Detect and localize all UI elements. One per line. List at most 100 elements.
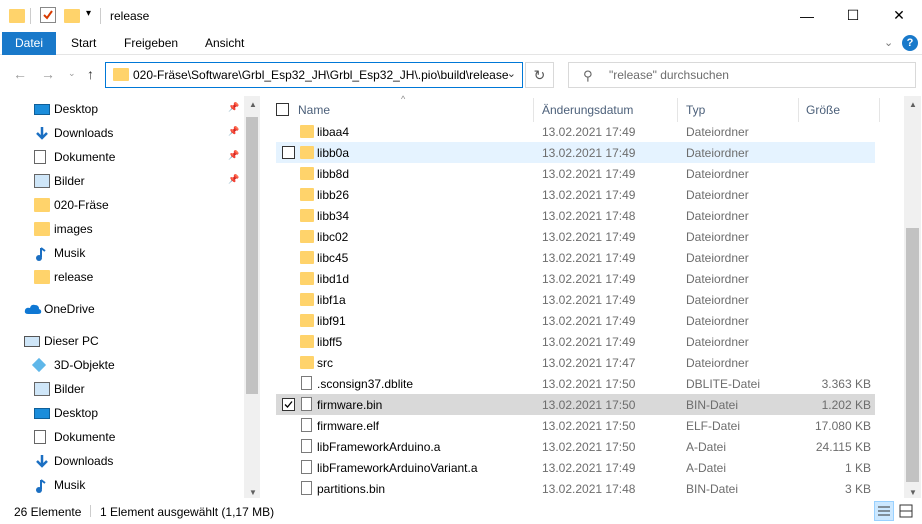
table-row[interactable]: libFrameworkArduinoVariant.a 13.02.2021 1… <box>276 457 875 478</box>
sidebar-item-release[interactable]: release <box>0 266 244 288</box>
help-button[interactable]: ? <box>902 35 918 51</box>
table-row[interactable]: libc02 13.02.2021 17:49 Dateiordner <box>276 226 875 247</box>
cell-date: 13.02.2021 17:49 <box>542 230 636 244</box>
sidebar-item-label: Dokumente <box>54 430 116 444</box>
scroll-up-icon[interactable]: ▲ <box>249 100 257 109</box>
scroll-down-icon[interactable]: ▼ <box>249 488 257 497</box>
address-bar[interactable]: 020-Fräse\Software\Grbl_Esp32_JH\Grbl_Es… <box>105 62 523 88</box>
scroll-up-icon[interactable]: ▲ <box>909 100 917 109</box>
chevron-down-icon[interactable]: ⌄ <box>507 67 516 80</box>
recent-locations-icon[interactable]: ⌄ <box>68 68 76 79</box>
table-row[interactable]: libFrameworkArduino.a 13.02.2021 17:50 A-D… <box>276 436 875 457</box>
search-input[interactable]: ⚲ "release" durchsuchen <box>568 62 916 88</box>
selection-info: 1 Element ausgewählt (1,17 MB) <box>100 505 275 519</box>
large-icons-view-button[interactable] <box>896 501 916 521</box>
tab-datei[interactable]: Datei <box>2 32 57 55</box>
sidebar-item-dokumente[interactable]: Dokumente <box>0 426 244 448</box>
cell-type: DBLITE-Datei <box>686 377 761 391</box>
cell-date: 13.02.2021 17:49 <box>542 461 636 475</box>
minimize-button[interactable]: — <box>784 0 830 31</box>
table-row[interactable]: partitions.bin 13.02.2021 17:48 BIN-Datei 3… <box>276 478 875 499</box>
sidebar-item-downloads[interactable]: Downloads <box>0 450 244 472</box>
column-size[interactable]: Größe <box>806 103 840 117</box>
title-bar: ▾ release — ☐ ✕ <box>0 0 922 32</box>
cell-type: Dateiordner <box>686 146 749 160</box>
item-count: 26 Elemente <box>14 505 82 519</box>
sidebar-item-bilder[interactable]: Bilder <box>0 378 244 400</box>
cell-name: libd1d <box>317 272 350 286</box>
sidebar-item-dokumente[interactable]: Dokumente 📌 <box>0 146 244 168</box>
column-divider[interactable] <box>879 98 880 122</box>
table-row[interactable]: libb8d 13.02.2021 17:49 Dateiordner <box>276 163 875 184</box>
sidebar-item-bilder[interactable]: Bilder 📌 <box>0 170 244 192</box>
table-row[interactable]: firmware.elf 13.02.2021 17:50 ELF-Datei 17.… <box>276 415 875 436</box>
table-row[interactable]: .sconsign37.dblite 13.02.2021 17:50 DBLITE… <box>276 373 875 394</box>
up-arrow-icon[interactable]: ↑ <box>87 66 94 82</box>
pin-icon[interactable]: 📌 <box>228 126 239 137</box>
customize-quick-access-icon[interactable]: ▾ <box>86 8 91 19</box>
table-row[interactable]: libaa4 13.02.2021 17:49 Dateiordner <box>276 121 875 142</box>
folder-icon <box>34 270 50 284</box>
sidebar-item-images[interactable]: images <box>0 218 244 240</box>
forward-arrow-icon[interactable]: → <box>41 66 55 82</box>
desktop-icon <box>34 104 50 115</box>
column-name[interactable]: Name <box>298 103 330 117</box>
cell-type: BIN-Datei <box>686 398 739 412</box>
sidebar-item-onedrive[interactable]: OneDrive <box>0 298 244 320</box>
column-divider[interactable] <box>677 98 678 122</box>
column-divider[interactable] <box>533 98 534 122</box>
cell-name: libff5 <box>317 335 343 349</box>
row-checkbox[interactable] <box>282 398 295 411</box>
refresh-icon[interactable]: ↻ <box>525 62 554 88</box>
table-row[interactable]: src 13.02.2021 17:47 Dateiordner <box>276 352 875 373</box>
pin-icon[interactable]: 📌 <box>228 150 239 161</box>
tab-start[interactable]: Start <box>57 32 110 55</box>
table-row[interactable]: libff5 13.02.2021 17:49 Dateiordner <box>276 331 875 352</box>
table-row[interactable]: firmware.bin 13.02.2021 17:50 BIN-Datei 1.2… <box>276 394 875 415</box>
sidebar-item-downloads[interactable]: Downloads 📌 <box>0 122 244 144</box>
folder-icon <box>300 335 314 348</box>
nav-scrollbar-thumb[interactable] <box>246 117 258 394</box>
sidebar-item-dieser-pc[interactable]: Dieser PC <box>0 330 244 352</box>
tab-ansicht[interactable]: Ansicht <box>191 32 258 55</box>
cell-type: BIN-Datei <box>686 482 739 496</box>
address-path[interactable]: 020-Fräse\Software\Grbl_Esp32_JH\Grbl_Es… <box>133 68 509 82</box>
scroll-down-icon[interactable]: ▼ <box>909 488 917 497</box>
folder-icon <box>300 167 314 180</box>
sidebar-item-musik[interactable]: Musik <box>0 474 244 496</box>
table-row[interactable]: libf91 13.02.2021 17:49 Dateiordner <box>276 310 875 331</box>
cell-date: 13.02.2021 17:48 <box>542 209 636 223</box>
window-title: release <box>110 9 150 23</box>
sidebar-item-desktop[interactable]: Desktop <box>0 402 244 424</box>
new-folder-icon[interactable] <box>64 9 80 23</box>
maximize-button[interactable]: ☐ <box>830 0 876 31</box>
tab-freigeben[interactable]: Freigeben <box>110 32 192 55</box>
sidebar-item-020-fräse[interactable]: 020-Fräse <box>0 194 244 216</box>
file-list-scrollbar-thumb[interactable] <box>906 228 919 482</box>
table-row[interactable]: libb34 13.02.2021 17:48 Dateiordner <box>276 205 875 226</box>
cell-size: 17.080 KB <box>814 419 871 433</box>
table-row[interactable]: libc45 13.02.2021 17:49 Dateiordner <box>276 247 875 268</box>
column-divider[interactable] <box>798 98 799 122</box>
sidebar-item-3d-objekte[interactable]: 3D-Objekte <box>0 354 244 376</box>
column-date[interactable]: Änderungsdatum <box>542 103 633 117</box>
cube-icon <box>31 357 47 373</box>
table-row[interactable]: libb26 13.02.2021 17:49 Dateiordner <box>276 184 875 205</box>
table-row[interactable]: libd1d 13.02.2021 17:49 Dateiordner <box>276 268 875 289</box>
expand-ribbon-icon[interactable]: ⌄ <box>884 36 893 49</box>
details-view-button[interactable] <box>874 501 894 521</box>
cloud-icon <box>24 302 42 316</box>
select-all-checkbox[interactable] <box>276 103 289 116</box>
properties-icon[interactable] <box>40 7 56 23</box>
close-button[interactable]: ✕ <box>876 0 922 31</box>
back-arrow-icon[interactable]: ← <box>13 66 27 82</box>
folder-icon <box>300 314 314 327</box>
column-type[interactable]: Typ <box>686 103 705 117</box>
pin-icon[interactable]: 📌 <box>228 102 239 113</box>
row-checkbox[interactable] <box>282 146 295 159</box>
sidebar-item-desktop[interactable]: Desktop 📌 <box>0 98 244 120</box>
table-row[interactable]: libb0a 13.02.2021 17:49 Dateiordner <box>276 142 875 163</box>
pin-icon[interactable]: 📌 <box>228 174 239 185</box>
sidebar-item-musik[interactable]: Musik <box>0 242 244 264</box>
table-row[interactable]: libf1a 13.02.2021 17:49 Dateiordner <box>276 289 875 310</box>
